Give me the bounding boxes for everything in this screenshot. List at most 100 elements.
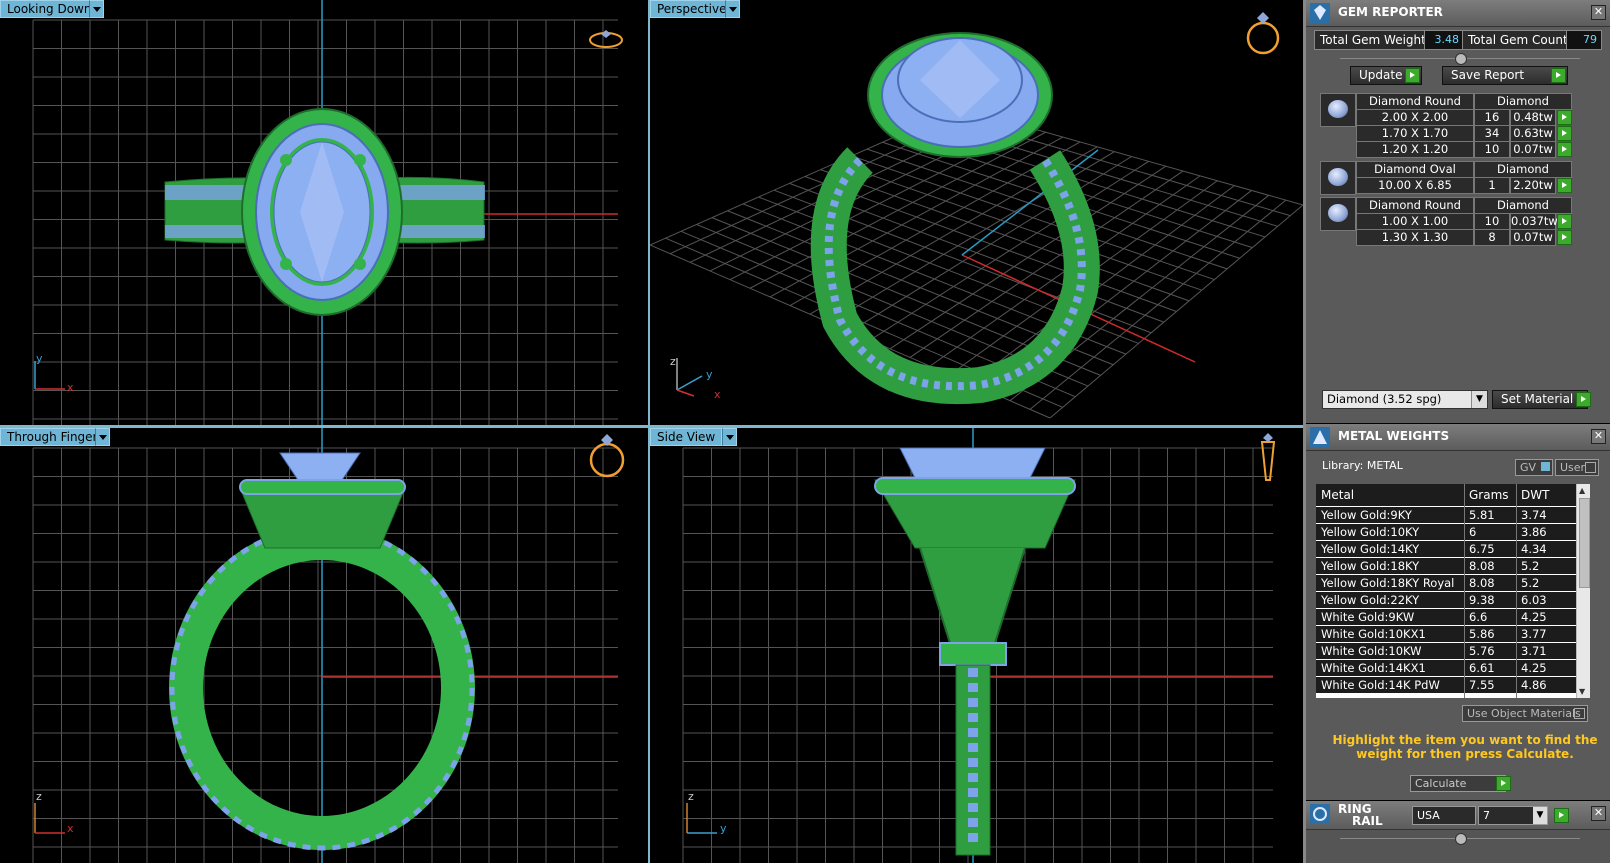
column-header-dwt[interactable]: DWT	[1521, 484, 1549, 506]
scroll-down-icon[interactable]: ▼	[1579, 687, 1585, 696]
chevron-down-icon[interactable]: ▼	[1533, 807, 1547, 824]
viewport-menu-button[interactable]	[722, 428, 737, 446]
viewport-label-side-view[interactable]: Side View	[650, 428, 723, 446]
table-row[interactable]: Yellow Gold:10KY 6 3.86	[1316, 524, 1578, 540]
gem-reporter-titlebar: GEM REPORTER ✕	[1306, 0, 1610, 27]
metal-weights-table[interactable]: Metal Grams DWT Yellow Gold:9KY 5.81 3.74 Y…	[1316, 484, 1590, 698]
grams-cell: 6.61	[1469, 661, 1495, 675]
close-icon[interactable]: ✕	[1591, 806, 1606, 821]
viewport-through-finger[interactable]: Through Finger z x	[0, 428, 648, 863]
table-row[interactable]: White Gold:9KW 6.6 4.25	[1316, 609, 1578, 625]
gem-shape	[1328, 168, 1348, 186]
select-gem-go-icon[interactable]	[1557, 126, 1572, 141]
viewport-menu-button[interactable]	[95, 428, 110, 446]
axis-triad-icon	[676, 358, 703, 397]
ring-size-region-select[interactable]: USA	[1412, 806, 1476, 825]
chevron-down-icon[interactable]: ▼	[1471, 391, 1487, 408]
viewport-divider-horizontal[interactable]	[0, 425, 1303, 428]
set-material-go-icon[interactable]	[1576, 392, 1591, 407]
table-row[interactable]: Yellow Gold:22KY 9.38 6.03	[1316, 592, 1578, 608]
calculate-go-icon[interactable]	[1496, 776, 1511, 791]
select-gem-go-icon[interactable]	[1557, 214, 1572, 229]
gem-group-1[interactable]: Diamond Round Diamond 2.00 X 2.00 16 0.4…	[1320, 93, 1574, 158]
total-gem-count-label: Total Gem Count	[1462, 30, 1574, 50]
grams-cell: 6.75	[1469, 542, 1495, 556]
select-gem-go-icon[interactable]	[1557, 110, 1572, 125]
viewport-side-view[interactable]: Side View z y	[650, 428, 1303, 863]
metal-name-cell: Yellow Gold:9KY	[1321, 508, 1412, 522]
material-select[interactable]: Diamond (3.52 spg) ▼	[1322, 390, 1488, 409]
table-row[interactable]: White Gold:14KX1 6.61 4.25	[1316, 660, 1578, 676]
viewport-label-looking-down[interactable]: Looking Down	[0, 0, 99, 18]
view-cube-ring-icon[interactable]	[1258, 432, 1278, 484]
ring-rail-go-icon[interactable]	[1554, 808, 1569, 823]
user-toggle[interactable]: User	[1555, 459, 1599, 476]
gem-reporter-icon	[1310, 3, 1330, 23]
update-go-icon[interactable]	[1405, 68, 1420, 83]
grams-cell: 5.76	[1469, 644, 1495, 658]
grams-cell: 5.81	[1469, 508, 1495, 522]
toggle-off-icon	[1574, 708, 1585, 719]
ring-rail-icon	[1310, 804, 1330, 824]
scroll-thumb[interactable]	[1579, 498, 1590, 588]
gv-toggle[interactable]: GV	[1515, 459, 1553, 476]
metal-name-cell: White Gold:14K PdW	[1321, 678, 1440, 692]
save-report-button-label: Save Report	[1451, 68, 1525, 82]
viewport-looking-down[interactable]: Looking Down y x	[0, 0, 648, 425]
viewport-label-through-finger[interactable]: Through Finger	[0, 428, 105, 446]
table-row[interactable]: White Gold:14K PdW 7.55 4.86	[1316, 677, 1578, 693]
viewport-menu-button[interactable]	[725, 0, 740, 18]
table-row[interactable]: Yellow Gold:18KY 8.08 5.2	[1316, 558, 1578, 574]
grams-cell: 9.38	[1469, 593, 1495, 607]
viewport-divider-vertical[interactable]	[648, 0, 650, 863]
gem-group-2[interactable]: Diamond Oval Diamond 10.00 X 6.85 1 2.20…	[1320, 161, 1574, 195]
table-row[interactable]: Yellow Gold:18KY Royal 8.08 5.2	[1316, 575, 1578, 591]
gem-size: 2.00 X 2.00	[1356, 109, 1474, 126]
close-icon[interactable]: ✕	[1591, 5, 1606, 20]
axis-label-y: y	[706, 368, 713, 381]
slider-handle[interactable]	[1455, 53, 1467, 65]
set-material-button[interactable]: Set Material	[1492, 390, 1588, 409]
calculate-button-label: Calculate	[1415, 777, 1467, 790]
ring-model-side-view	[874, 447, 1076, 856]
column-header-grams[interactable]: Grams	[1469, 484, 1509, 506]
user-toggle-label: User	[1560, 461, 1586, 474]
gem-shape-label: Diamond Round	[1356, 93, 1474, 110]
table-row[interactable]: Yellow Gold:14KY 6.75 4.34	[1316, 541, 1578, 557]
grams-cell: 7.55	[1469, 678, 1495, 692]
scroll-up-icon[interactable]: ▲	[1579, 486, 1585, 495]
view-cube-ring-icon[interactable]	[1243, 10, 1283, 56]
viewport-menu-button[interactable]	[89, 0, 104, 18]
grams-cell: 5.86	[1469, 627, 1495, 641]
ring-size-value: 7	[1483, 809, 1490, 822]
table-scrollbar[interactable]: ▲ ▼	[1576, 484, 1590, 698]
ring-size-select[interactable]: 7 ▼	[1478, 806, 1548, 825]
table-row[interactable]: White Gold:10KX1 5.86 3.77	[1316, 626, 1578, 642]
save-report-button[interactable]: Save Report	[1442, 66, 1568, 85]
select-gem-go-icon[interactable]	[1557, 178, 1572, 193]
metal-name-cell: White Gold:10KW	[1321, 644, 1422, 658]
gem-shape	[1328, 100, 1348, 118]
dwt-cell: 6.03	[1521, 593, 1547, 607]
select-gem-go-icon[interactable]	[1557, 142, 1572, 157]
save-report-go-icon[interactable]	[1551, 68, 1566, 83]
gem-group-3[interactable]: Diamond Round Diamond 1.00 X 1.00 10 0.0…	[1320, 197, 1574, 246]
view-cube-ring-icon[interactable]	[588, 28, 624, 52]
table-row[interactable]: White Gold:10KW 5.76 3.71	[1316, 643, 1578, 659]
viewport-label-perspective[interactable]: Perspective	[650, 0, 734, 18]
dwt-cell: 5.2	[1521, 559, 1540, 573]
select-gem-go-icon[interactable]	[1557, 230, 1572, 245]
grams-cell: 6.6	[1469, 610, 1488, 624]
table-row[interactable]: Yellow Gold:9KY 5.81 3.74	[1316, 507, 1578, 523]
use-object-materials-label: Use Object Materials	[1467, 707, 1581, 720]
view-cube-ring-icon[interactable]	[587, 432, 627, 480]
use-object-materials-toggle[interactable]: Use Object Materials	[1462, 705, 1588, 722]
calculate-button[interactable]: Calculate	[1410, 775, 1506, 792]
viewport-perspective[interactable]: Perspective z y x	[650, 0, 1303, 425]
slider-handle[interactable]	[1455, 833, 1467, 845]
total-gem-weight-value: 3.48	[1424, 30, 1464, 50]
ring-model-perspective	[810, 32, 1100, 405]
column-header-metal[interactable]: Metal	[1321, 484, 1354, 506]
gem-size: 1.20 X 1.20	[1356, 141, 1474, 158]
close-icon[interactable]: ✕	[1591, 429, 1606, 444]
